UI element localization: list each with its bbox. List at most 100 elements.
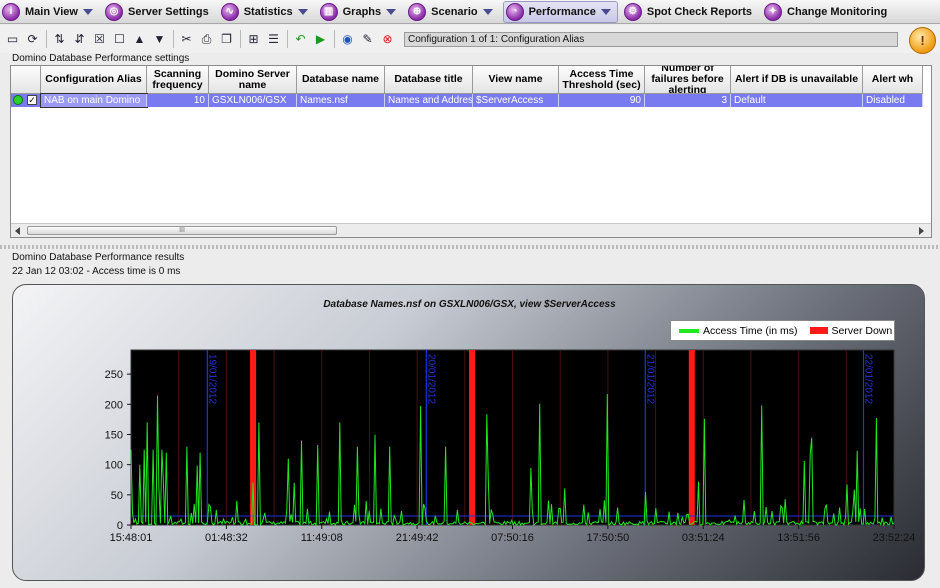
graphs-icon: ▥ (319, 2, 338, 21)
column-header[interactable]: Scanning frequency (147, 66, 209, 94)
menu-performance[interactable]: ◔ Performance (502, 0, 618, 23)
table-cell[interactable]: Disabled (863, 94, 923, 107)
main-menu-bar: i Main View ◎ Server Settings ∿ Statistics ▥ Gr… (0, 0, 940, 24)
chevron-down-icon[interactable] (297, 8, 308, 15)
column-header[interactable]: Access Time Threshold (sec) (559, 66, 645, 94)
tree-icon[interactable]: ⊞ (244, 30, 263, 49)
refresh-icon[interactable]: ⟳ (23, 30, 42, 49)
table-cell[interactable]: Default (731, 94, 863, 107)
menu-main-view[interactable]: i Main View (0, 1, 99, 23)
configuration-selector[interactable]: Configuration 1 of 1: Configuration Alia… (404, 31, 898, 47)
table-cell[interactable]: 10 (147, 94, 209, 107)
column-header[interactable]: Alert wh (863, 66, 923, 94)
menu-change-monitoring[interactable]: ✦ Change Monitoring (762, 1, 893, 23)
scroll-right-icon[interactable] (919, 227, 924, 235)
comment-icon[interactable]: ✎ (358, 30, 377, 49)
chevron-down-icon[interactable] (482, 8, 493, 15)
new-icon[interactable]: ▭ (3, 30, 22, 49)
table-cell[interactable]: 90 (559, 94, 645, 107)
y-tick-label: 50 (111, 490, 123, 502)
scrollbar-thumb[interactable]: III (27, 226, 337, 235)
results-section-label: Domino Database Performance results (12, 252, 185, 263)
copy-icon[interactable]: ❐ (217, 30, 236, 49)
help-logo-icon[interactable]: ! (909, 27, 936, 54)
column-header[interactable]: Database title (385, 66, 473, 94)
undo-icon[interactable]: ↶ (291, 30, 310, 49)
day-marker-label: 21/01/2012 (644, 354, 655, 404)
column-header[interactable]: View name (473, 66, 559, 94)
menu-graphs[interactable]: ▥ Graphs (318, 1, 403, 23)
column-header[interactable]: Database name (297, 66, 385, 94)
toolbar-separator (287, 30, 288, 48)
table-cell[interactable]: GSXLN006/GSX (209, 94, 297, 107)
column-header[interactable]: Number of failures before alerting (645, 66, 731, 94)
y-tick-label: 250 (105, 369, 123, 381)
run-icon[interactable]: ▶ (311, 30, 330, 49)
move-up-icon[interactable]: ▲ (130, 30, 149, 49)
menu-statistics[interactable]: ∿ Statistics (219, 1, 314, 23)
deselect-icon[interactable]: ☐ (110, 30, 129, 49)
scroll-left-icon[interactable] (15, 227, 20, 235)
chevron-down-icon[interactable] (600, 8, 611, 15)
menu-spot-check-reports[interactable]: ⚙ Spot Check Reports (622, 1, 758, 23)
change-monitoring-icon: ✦ (764, 2, 782, 21)
x-tick-label: 07:50:16 (491, 532, 534, 544)
table-cell[interactable]: Names.nsf (297, 94, 385, 107)
menu-label: Server Settings (127, 5, 209, 18)
x-tick-label: 23:52:24 (873, 532, 916, 544)
chevron-down-icon[interactable] (386, 8, 397, 15)
menu-server-settings[interactable]: ◎ Server Settings (103, 1, 215, 23)
menu-label: Graphs (342, 5, 382, 18)
table-cell[interactable]: 3 (645, 94, 731, 107)
chart-canvas: 0 50 100 150 200 250 15:48:01 01:48:32 11:49:08 2… (105, 349, 916, 544)
performance-chart-panel: Database Names.nsf on GSXLN006/GSX, view… (12, 284, 925, 581)
performance-icon: ◔ (505, 2, 524, 21)
stop-icon[interactable]: ⊗ (378, 30, 397, 49)
table-row[interactable]: ✓ NAB on main Domino 10 GSXLN006/GSX Names.n… (11, 93, 923, 108)
x-tick-label: 17:50:50 (586, 532, 629, 544)
print-icon[interactable]: ⎙ (197, 30, 216, 49)
x-tick-label: 21:49:42 (396, 532, 439, 544)
list-icon[interactable]: ☰ (264, 30, 283, 49)
table-cell[interactable]: NAB on main Domino (40, 93, 148, 108)
x-tick-label: 03:51:24 (682, 532, 725, 544)
day-marker-label: 20/01/2012 (425, 354, 436, 404)
menu-label: Performance (528, 5, 596, 18)
cut-icon[interactable]: ✂ (177, 30, 196, 49)
globe-icon: ⊕ (408, 2, 427, 21)
select-all-icon[interactable]: ☒ (90, 30, 109, 49)
status-ok-icon (13, 95, 23, 105)
table-cell[interactable]: $ServerAccess (473, 94, 559, 107)
y-tick-label: 200 (105, 399, 123, 411)
row-status-cell: ✓ (11, 94, 41, 107)
results-status-line: 22 Jan 12 03:02 - Access time is 0 ms (12, 266, 181, 277)
menu-label: Change Monitoring (787, 5, 888, 18)
server-down-bar (688, 350, 695, 525)
panel-splitter[interactable] (0, 245, 940, 249)
day-marker-label: 19/01/2012 (206, 354, 217, 404)
toolbar-separator (334, 30, 335, 48)
table-cell[interactable]: Names and Addres (385, 94, 473, 107)
day-marker-label: 22/01/2012 (862, 354, 873, 404)
sort-ascending-icon[interactable]: ⇅ (50, 30, 69, 49)
sort-descending-icon[interactable]: ⇵ (70, 30, 89, 49)
y-tick-label: 150 (105, 429, 123, 441)
view-icon[interactable]: ◉ (338, 30, 357, 49)
column-header[interactable]: Configuration Alias (41, 66, 147, 94)
server-settings-icon: ◎ (104, 2, 123, 21)
settings-section-label: Domino Database Performance settings (12, 53, 190, 64)
menu-label: Statistics (243, 5, 293, 18)
statistics-icon: ∿ (220, 2, 239, 21)
toolbar-separator (46, 30, 47, 48)
move-down-icon[interactable]: ▼ (150, 30, 169, 49)
column-header[interactable]: Alert if DB is unavailable (731, 66, 863, 94)
spot-check-icon: ⚙ (623, 2, 642, 21)
horizontal-scrollbar[interactable]: III (11, 223, 931, 237)
x-tick-label: 13:51:56 (777, 532, 820, 544)
grid-header-blank (11, 66, 41, 94)
row-enabled-checkbox[interactable]: ✓ (27, 95, 37, 105)
menu-scenario[interactable]: ⊕ Scenario (406, 1, 498, 23)
chevron-down-icon[interactable] (82, 8, 93, 15)
y-tick-label: 100 (105, 460, 123, 472)
column-header[interactable]: Domino Server name (209, 66, 297, 94)
